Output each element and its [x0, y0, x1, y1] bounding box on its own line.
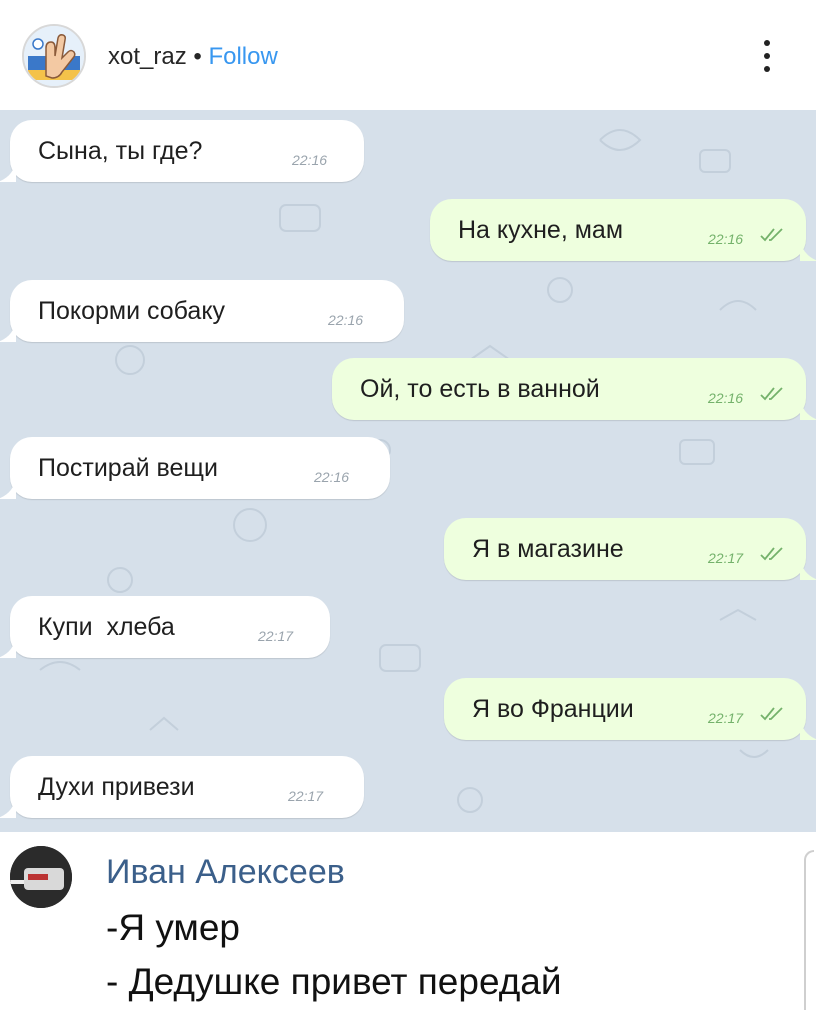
- profile-avatar[interactable]: [22, 24, 86, 88]
- bubble-tail-icon: [800, 239, 816, 261]
- follow-button[interactable]: Follow: [208, 43, 277, 70]
- message-time: 22:16: [314, 469, 350, 485]
- read-checkmarks-icon: [760, 707, 783, 721]
- message-time: 22:16: [328, 312, 364, 328]
- comment-text-line: -Я умер: [106, 907, 240, 948]
- bubble-tail-icon: [800, 718, 816, 740]
- bubble-tail-icon: [0, 636, 16, 658]
- comment-text-line: - Дедушке привет передай: [106, 961, 562, 1002]
- message-text: На кухне, мам: [458, 216, 624, 244]
- read-checkmarks-icon: [760, 387, 783, 401]
- bubble-tail-icon: [800, 558, 816, 580]
- commenter-photo-icon: [10, 846, 72, 908]
- bubble-tail-icon: [0, 320, 16, 342]
- message-bubble-incoming[interactable]: Духи привези 22:17: [0, 756, 364, 818]
- message-bubble-incoming[interactable]: Купи хлеба 22:17: [0, 596, 330, 658]
- commenter-name[interactable]: Иван Алексеев: [106, 852, 345, 892]
- message-bubble-outgoing[interactable]: Я во Франции 22:17: [444, 678, 816, 740]
- commenter-avatar[interactable]: [10, 846, 72, 908]
- hand-logo-icon: [24, 26, 84, 86]
- message-time: 22:17: [708, 710, 744, 726]
- message-bubble-outgoing[interactable]: Ой, то есть в ванной 22:16: [332, 358, 816, 420]
- message-time: 22:16: [708, 390, 744, 406]
- read-checkmarks-icon: [760, 228, 783, 242]
- bubble-tail-icon: [800, 398, 816, 420]
- message-time: 22:16: [708, 231, 744, 247]
- message-text: Я в магазине: [472, 535, 624, 563]
- message-text: Купи хлеба: [38, 613, 175, 641]
- message-text: Ой, то есть в ванной: [360, 375, 600, 403]
- post-header: xot_raz • Follow: [0, 0, 816, 110]
- comment-section: Иван Алексеев -Я умер - Дедушке привет п…: [0, 832, 816, 1024]
- chat-screenshot: Сына, ты где? 22:16 На кухне, мам 22:16 …: [0, 110, 816, 832]
- bubble-tail-icon: [0, 477, 16, 499]
- read-checkmarks-icon: [760, 547, 783, 561]
- message-text: Духи привези: [38, 773, 195, 801]
- message-text: Я во Франции: [472, 695, 634, 723]
- message-bubble-incoming[interactable]: Постирай вещи 22:16: [0, 437, 390, 499]
- message-time: 22:17: [258, 628, 294, 644]
- message-text: Покорми собаку: [38, 297, 226, 325]
- username-line: xot_raz • Follow: [108, 42, 278, 72]
- message-bubble-incoming[interactable]: Покорми собаку 22:16: [0, 280, 404, 342]
- bubble-tail-icon: [0, 160, 16, 182]
- message-bubble-incoming[interactable]: Сына, ты где? 22:16: [0, 120, 364, 182]
- message-bubble-outgoing[interactable]: Я в магазине 22:17: [444, 518, 816, 580]
- cropped-element-edge: [804, 850, 814, 1010]
- message-time: 22:17: [708, 550, 744, 566]
- message-time: 22:17: [288, 788, 324, 804]
- bubble-tail-icon: [0, 796, 16, 818]
- more-vertical-icon[interactable]: [752, 36, 782, 76]
- message-text: Сына, ты где?: [38, 137, 203, 165]
- message-bubble-outgoing[interactable]: На кухне, мам 22:16: [430, 199, 816, 261]
- message-time: 22:16: [292, 152, 328, 168]
- message-text: Постирай вещи: [38, 454, 218, 482]
- separator-dot: •: [186, 43, 209, 70]
- username-link[interactable]: xot_raz: [108, 43, 187, 70]
